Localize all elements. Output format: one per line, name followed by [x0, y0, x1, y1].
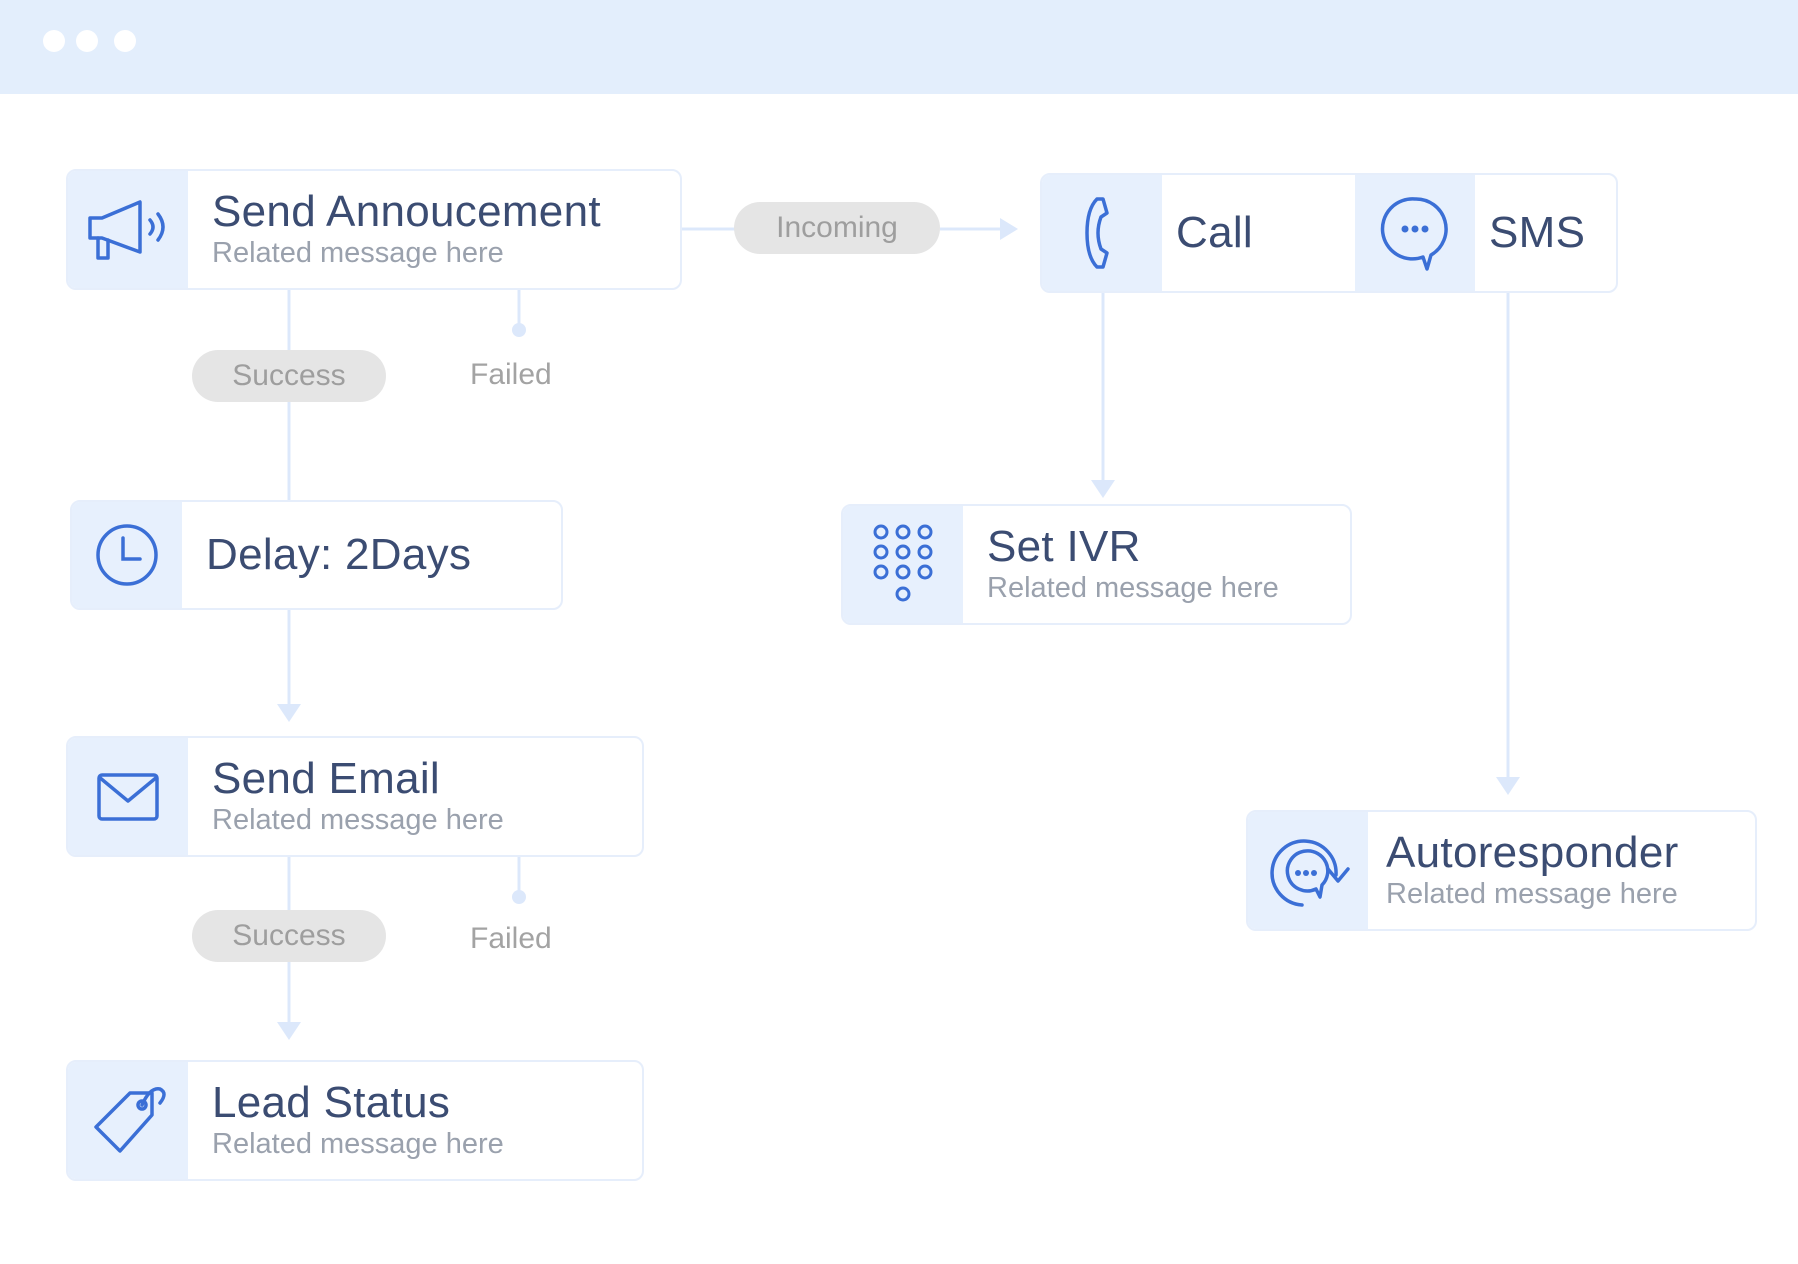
node-subtitle: Related message here	[1386, 877, 1678, 910]
node-title: Send Email	[212, 753, 441, 803]
flow-canvas: Incoming Success Failed Success Failed S…	[0, 0, 1798, 1264]
sms-option[interactable]: SMS	[1355, 175, 1616, 291]
icon-panel	[68, 1062, 188, 1179]
autoresponder-node[interactable]: Autoresponder Related message here	[1246, 810, 1757, 931]
chat-bubble-icon	[1380, 197, 1448, 271]
node-subtitle: Related message here	[212, 1127, 504, 1160]
call-sms-node: Call SMS	[1040, 173, 1618, 293]
icon-panel	[843, 506, 963, 623]
envelope-icon	[97, 772, 159, 821]
failed-edge-label: Failed	[470, 358, 552, 391]
node-body: SMS	[1475, 175, 1616, 291]
arrowhead	[1091, 480, 1115, 498]
success-edge-label: Success	[192, 350, 386, 402]
call-option[interactable]: Call	[1042, 175, 1355, 291]
send-email-node[interactable]: Send Email Related message here	[66, 736, 644, 857]
node-subtitle: Related message here	[212, 236, 504, 269]
icon-panel	[1042, 175, 1162, 291]
success-label-text: Success	[232, 919, 346, 952]
node-body: Send Annoucement Related message here	[188, 171, 680, 288]
node-title: Send Annoucement	[212, 186, 601, 236]
connector-dot	[512, 890, 526, 904]
lead-status-node[interactable]: Lead Status Related message here	[66, 1060, 644, 1181]
phone-icon	[1085, 197, 1109, 269]
node-body: Call	[1162, 175, 1355, 291]
delay-node[interactable]: Delay: 2Days	[70, 500, 563, 610]
icon-panel	[1355, 175, 1475, 291]
keypad-icon	[873, 524, 933, 601]
icon-panel	[72, 502, 182, 608]
arrowhead	[1496, 777, 1520, 795]
node-body: Send Email Related message here	[188, 738, 642, 855]
arrowhead	[277, 704, 301, 722]
node-title: Delay: 2Days	[206, 529, 472, 579]
icon-panel	[68, 738, 188, 855]
node-title: SMS	[1489, 207, 1586, 257]
node-body: Delay: 2Days	[182, 502, 561, 608]
clock-icon	[96, 524, 158, 586]
icon-panel	[68, 171, 188, 288]
success-label-text: Success	[232, 359, 346, 392]
node-body: Set IVR Related message here	[963, 506, 1350, 623]
success-edge-label: Success	[192, 910, 386, 962]
node-subtitle: Related message here	[987, 571, 1279, 604]
node-title: Call	[1176, 207, 1253, 257]
node-body: Autoresponder Related message here	[1368, 812, 1755, 929]
icon-panel	[1248, 812, 1368, 929]
node-title: Set IVR	[987, 521, 1141, 571]
node-subtitle: Related message here	[212, 803, 504, 836]
node-title: Autoresponder	[1386, 827, 1679, 877]
node-body: Lead Status Related message here	[188, 1062, 642, 1179]
incoming-edge-label: Incoming	[734, 202, 940, 254]
megaphone-icon	[88, 199, 165, 260]
tag-icon	[94, 1086, 166, 1153]
connector-dot	[512, 323, 526, 337]
arrowhead	[277, 1022, 301, 1040]
auto-reply-icon	[1270, 838, 1350, 907]
node-title: Lead Status	[212, 1077, 451, 1127]
incoming-label-text: Incoming	[776, 211, 898, 244]
set-ivr-node[interactable]: Set IVR Related message here	[841, 504, 1352, 625]
arrowhead	[1000, 218, 1018, 240]
send-announcement-node[interactable]: Send Annoucement Related message here	[66, 169, 682, 290]
failed-edge-label: Failed	[470, 922, 552, 955]
